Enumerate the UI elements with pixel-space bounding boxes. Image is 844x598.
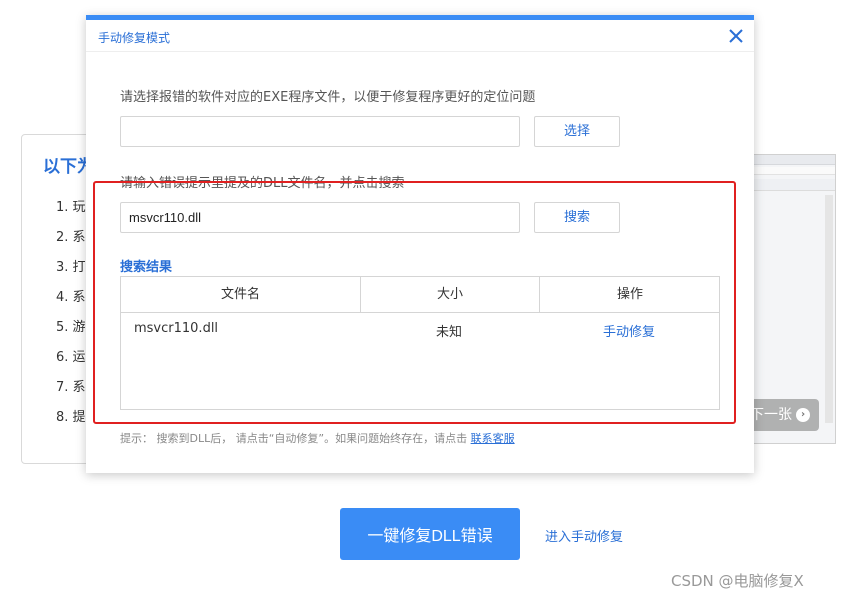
- results-title: 搜索结果: [120, 260, 173, 275]
- exe-path-input[interactable]: [120, 116, 520, 147]
- column-header-size: 大小: [436, 287, 463, 302]
- table-header: 文件名 大小 操作: [121, 277, 719, 313]
- list-item: 5. 游: [56, 320, 86, 335]
- manual-repair-dialog: 手动修复模式 请选择报错的软件对应的EXE程序文件，以便于修复程序更好的定位问题…: [86, 15, 754, 473]
- results-table: 文件名 大小 操作 msvcr110.dll 未知 手动修复: [120, 276, 720, 410]
- dialog-title: 手动修复模式: [98, 31, 171, 45]
- list-item: 8. 提: [56, 410, 86, 425]
- list-item: 4. 系: [56, 290, 86, 305]
- dll-instruction: 请输入错误提示里提及的DLL文件名，并点击搜索: [120, 176, 405, 191]
- exe-instruction: 请选择报错的软件对应的EXE程序文件，以便于修复程序更好的定位问题: [120, 90, 536, 105]
- preview-menubar: [753, 167, 835, 175]
- watermark: CSDN @电脑修复X: [671, 572, 804, 590]
- manual-repair-link[interactable]: 进入手动修复: [545, 526, 623, 545]
- preview-titlebar: [753, 155, 835, 165]
- next-slide-button[interactable]: 下一张 ›: [744, 399, 819, 431]
- search-button[interactable]: 搜索: [534, 202, 620, 233]
- list-item: 6. 运: [56, 350, 86, 365]
- hint-text: 提示： 搜索到DLL后， 请点击“自动修复”。如果问题始终存在，请点击 联系客服: [120, 430, 515, 446]
- list-item: 3. 打: [56, 260, 86, 275]
- dialog-header: 手动修复模式: [86, 20, 754, 52]
- list-item: 2. 系: [56, 230, 86, 245]
- chevron-right-icon: ›: [796, 408, 810, 422]
- cell-filename: msvcr110.dll: [134, 321, 219, 336]
- next-slide-label: 下一张: [750, 407, 792, 423]
- list-item: 1. 玩: [56, 200, 86, 215]
- close-icon[interactable]: [726, 26, 746, 46]
- column-header-filename: 文件名: [220, 287, 260, 302]
- one-click-repair-button[interactable]: 一键修复DLL错误: [340, 508, 520, 560]
- cell-size: 未知: [436, 325, 463, 340]
- contact-support-link[interactable]: 联系客服: [471, 432, 515, 445]
- column-header-action: 操作: [616, 287, 643, 302]
- select-button[interactable]: 选择: [534, 116, 620, 147]
- dll-name-input[interactable]: [120, 202, 520, 233]
- hint-message: 提示： 搜索到DLL后， 请点击“自动修复”。如果问题始终存在，请点击: [120, 432, 468, 445]
- preview-toolbar: [753, 179, 835, 191]
- background-list: 1. 玩 2. 系 3. 打 4. 系 5. 游 6. 运 7. 系 8. 提: [56, 196, 86, 436]
- preview-scrollbar: [825, 195, 833, 423]
- list-item: 7. 系: [56, 380, 86, 395]
- manual-repair-action-link[interactable]: 手动修复: [603, 321, 655, 340]
